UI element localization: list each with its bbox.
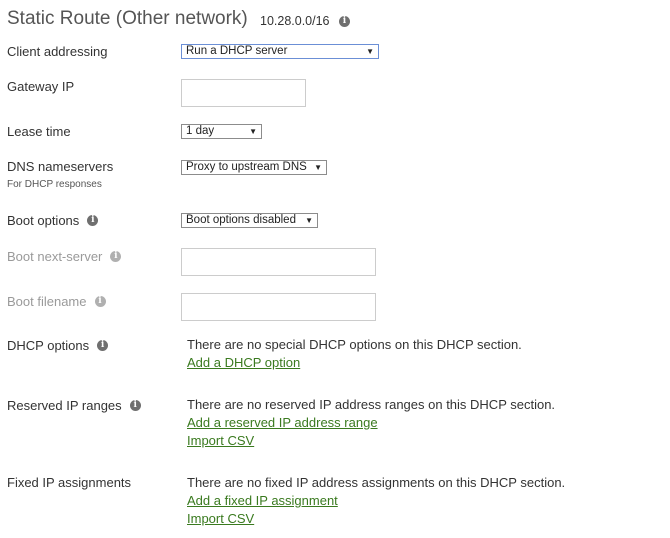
client-addressing-label: Client addressing (7, 44, 108, 59)
boot-options-label-text: Boot options (7, 213, 80, 228)
dhcp-options-label-text: DHCP options (7, 338, 90, 353)
boot-next-server-label-text: Boot next-server (7, 249, 103, 264)
fixed-ip-assignments-message: There are no fixed IP address assignment… (187, 475, 566, 490)
client-addressing-value: Run a DHCP server (186, 45, 288, 57)
boot-filename-label-text: Boot filename (7, 294, 87, 309)
lease-time-value: 1 day (186, 125, 215, 137)
reserved-ip-ranges-label-text: Reserved IP ranges (7, 398, 122, 413)
info-icon[interactable]: i (94, 296, 106, 308)
dns-nameservers-value: Proxy to upstream DNS (186, 161, 307, 173)
import-csv-fixed-link[interactable]: Import CSV (187, 511, 254, 526)
info-icon[interactable]: i (129, 400, 141, 412)
boot-options-value: Boot options disabled (186, 214, 296, 226)
chevron-down-icon: ▼ (249, 127, 257, 136)
page-title: Static Route (Other network) (7, 8, 248, 29)
dns-nameservers-select[interactable]: Proxy to upstream DNS ▼ (181, 160, 327, 175)
boot-next-server-label: Boot next-server i (7, 249, 122, 264)
add-fixed-ip-assignment-link[interactable]: Add a fixed IP assignment (187, 493, 338, 508)
info-icon[interactable]: i (110, 251, 122, 263)
lease-time-label: Lease time (7, 124, 71, 139)
boot-options-select[interactable]: Boot options disabled ▼ (181, 213, 318, 228)
boot-filename-input[interactable] (181, 293, 376, 321)
dhcp-options-label: DHCP options i (7, 338, 109, 353)
import-csv-reserved-link[interactable]: Import CSV (187, 433, 254, 448)
add-dhcp-option-link[interactable]: Add a DHCP option (187, 355, 300, 370)
chevron-down-icon: ▼ (314, 163, 322, 172)
dhcp-options-message: There are no special DHCP options on thi… (187, 337, 522, 352)
info-icon[interactable]: i (87, 215, 99, 227)
reserved-ip-ranges-label: Reserved IP ranges i (7, 398, 141, 413)
gateway-ip-input[interactable] (181, 79, 306, 107)
info-icon[interactable]: i (97, 340, 109, 352)
dns-nameservers-sublabel: For DHCP responses (7, 179, 102, 190)
boot-filename-label: Boot filename i (7, 294, 106, 309)
subnet-value: 10.28.0.0/16 (260, 14, 330, 28)
boot-next-server-input[interactable] (181, 248, 376, 276)
dns-nameservers-label: DNS nameservers (7, 159, 114, 174)
add-reserved-ip-range-link[interactable]: Add a reserved IP address range (187, 415, 378, 430)
lease-time-select[interactable]: 1 day ▼ (181, 124, 262, 139)
reserved-ip-ranges-message: There are no reserved IP address ranges … (187, 397, 556, 412)
boot-options-label: Boot options i (7, 213, 99, 228)
chevron-down-icon: ▼ (305, 216, 313, 225)
info-icon[interactable]: i (339, 16, 350, 28)
gateway-ip-label: Gateway IP (7, 79, 75, 94)
chevron-down-icon: ▼ (366, 47, 374, 56)
fixed-ip-assignments-label: Fixed IP assignments (7, 475, 132, 490)
client-addressing-select[interactable]: Run a DHCP server ▼ (181, 44, 379, 59)
subnet-header: 10.28.0.0/16 i (260, 14, 350, 28)
